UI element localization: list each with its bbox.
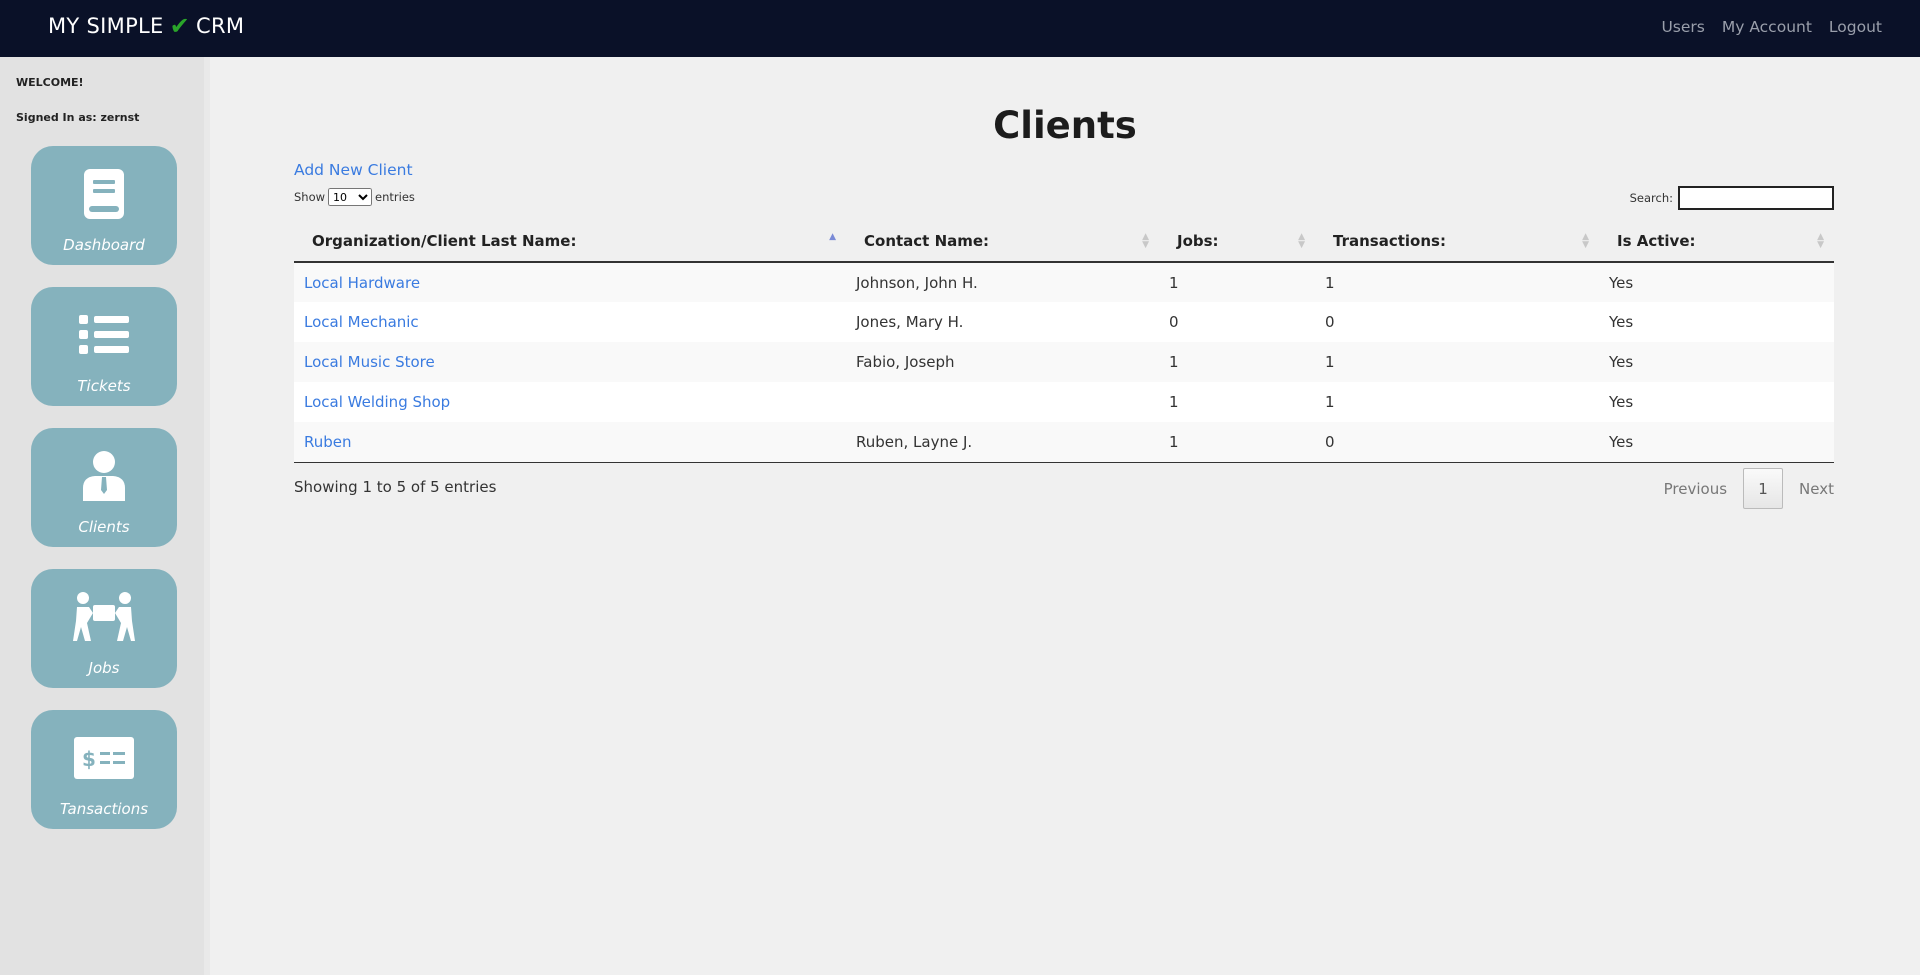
active-cell: Yes [1599, 422, 1834, 463]
active-cell: Yes [1609, 313, 1634, 331]
next-button[interactable]: Next [1783, 480, 1834, 498]
table-row: Local Music Store Fabio, Joseph 1 1 Yes [294, 342, 1834, 382]
workers-icon [31, 589, 177, 645]
column-header-active[interactable]: Is Active: ▲ ▼ [1599, 220, 1834, 263]
tile-label: Clients [78, 518, 130, 536]
show-label: Show [294, 190, 326, 204]
transactions-cell: 1 [1325, 273, 1335, 292]
top-navbar: MY SIMPLE ✔ CRM Users My Account Logout [0, 0, 1920, 57]
add-new-client-link[interactable]: Add New Client [294, 161, 413, 179]
nav-my-account-link[interactable]: My Account [1722, 18, 1812, 36]
person-icon [31, 448, 177, 504]
signed-in-text: Signed In as: zernst [16, 111, 140, 124]
tile-label: Tansactions [59, 800, 149, 818]
search-label: Search: [1629, 191, 1673, 205]
column-label: Organization/Client Last Name: [312, 231, 577, 250]
nav-users-link[interactable]: Users [1661, 18, 1704, 36]
contact-cell: Jones, Mary H. [856, 313, 964, 331]
client-link[interactable]: Local Welding Shop [304, 393, 450, 411]
active-cell: Yes [1609, 273, 1634, 292]
client-link[interactable]: Local Mechanic [304, 313, 419, 331]
active-cell: Yes [1609, 353, 1634, 371]
jobs-cell: 1 [1169, 353, 1179, 371]
tile-label: Dashboard [63, 236, 145, 254]
jobs-cell: 1 [1159, 422, 1315, 463]
table-row: Local Welding Shop 1 1 Yes [294, 382, 1834, 422]
brand-right: CRM [196, 14, 245, 38]
sidebar: WELCOME! Signed In as: zernst Dashboard … [0, 57, 210, 975]
search-input[interactable] [1678, 186, 1834, 210]
contact-cell [846, 382, 1159, 422]
table-row: Local Hardware Johnson, John H. 1 1 Yes [294, 262, 1834, 302]
transactions-cell: 0 [1315, 422, 1599, 463]
search-box: Search: [1630, 186, 1834, 210]
previous-button[interactable]: Previous [1648, 480, 1743, 498]
page-title: Clients [993, 104, 1137, 147]
column-header-jobs[interactable]: Jobs: ▲ ▼ [1159, 220, 1315, 263]
nav-logout-link[interactable]: Logout [1829, 18, 1882, 36]
sidebar-tile-dashboard[interactable]: Dashboard [31, 146, 177, 265]
sort-icon: ▲ ▼ [1582, 232, 1589, 250]
table-row: Ruben Ruben, Layne J. 1 0 Yes [294, 422, 1834, 463]
sidebar-tile-transactions[interactable]: $ Tansactions [31, 710, 177, 829]
jobs-cell: 0 [1169, 313, 1179, 331]
tile-label: Jobs [88, 659, 120, 677]
sort-icon: ▲ ▼ [1142, 232, 1149, 250]
transactions-cell: 1 [1325, 393, 1335, 411]
pagination: Previous 1 Next [1648, 468, 1834, 509]
jobs-cell: 1 [1169, 393, 1179, 411]
page-size-select[interactable]: 10 [328, 188, 373, 206]
sidebar-tile-tickets[interactable]: Tickets [31, 287, 177, 406]
entries-label: entries [375, 190, 415, 204]
contact-cell: Johnson, John H. [856, 273, 978, 292]
checkmark-icon: ✔ [169, 12, 191, 40]
column-label: Is Active: [1617, 231, 1696, 250]
welcome-text: WELCOME! [16, 76, 84, 89]
table-header-row: Organization/Client Last Name: ▲ Contact… [294, 220, 1834, 263]
svg-text:$: $ [82, 747, 96, 771]
sort-asc-icon: ▲ [829, 232, 836, 242]
tile-label: Tickets [77, 377, 131, 395]
transactions-cell: 1 [1325, 353, 1335, 371]
sidebar-tile-clients[interactable]: Clients [31, 428, 177, 547]
clients-table: Organization/Client Last Name: ▲ Contact… [294, 220, 1834, 463]
list-icon [31, 307, 177, 363]
client-link[interactable]: Local Music Store [304, 353, 435, 371]
sort-icon: ▲ ▼ [1298, 232, 1305, 250]
transactions-cell: 0 [1325, 313, 1335, 331]
column-label: Contact Name: [864, 231, 990, 250]
table-row: Local Mechanic Jones, Mary H. 0 0 Yes [294, 302, 1834, 342]
client-link[interactable]: Ruben [304, 433, 352, 451]
table-info: Showing 1 to 5 of 5 entries [294, 478, 497, 496]
client-link[interactable]: Local Hardware [304, 274, 420, 292]
check-icon: $ [31, 730, 177, 786]
show-entries: Show 10 entries [294, 188, 415, 206]
active-cell: Yes [1609, 393, 1634, 411]
book-icon [31, 166, 177, 222]
column-header-contact[interactable]: Contact Name: ▲ ▼ [846, 220, 1159, 263]
top-nav: Users My Account Logout [1661, 18, 1882, 36]
brand-left: MY SIMPLE [48, 14, 164, 38]
column-header-org[interactable]: Organization/Client Last Name: ▲ [294, 220, 846, 263]
contact-cell: Fabio, Joseph [856, 353, 955, 371]
sort-icon: ▲ ▼ [1817, 232, 1824, 250]
page-1-button[interactable]: 1 [1743, 468, 1784, 509]
contact-cell: Ruben, Layne J. [846, 422, 1159, 463]
column-label: Jobs: [1177, 231, 1219, 250]
brand-logo[interactable]: MY SIMPLE ✔ CRM [48, 14, 244, 38]
column-label: Transactions: [1333, 231, 1446, 250]
title-wrap: Clients [210, 104, 1920, 147]
column-header-transactions[interactable]: Transactions: ▲ ▼ [1315, 220, 1599, 263]
sidebar-tile-jobs[interactable]: Jobs [31, 569, 177, 688]
jobs-cell: 1 [1169, 273, 1179, 292]
